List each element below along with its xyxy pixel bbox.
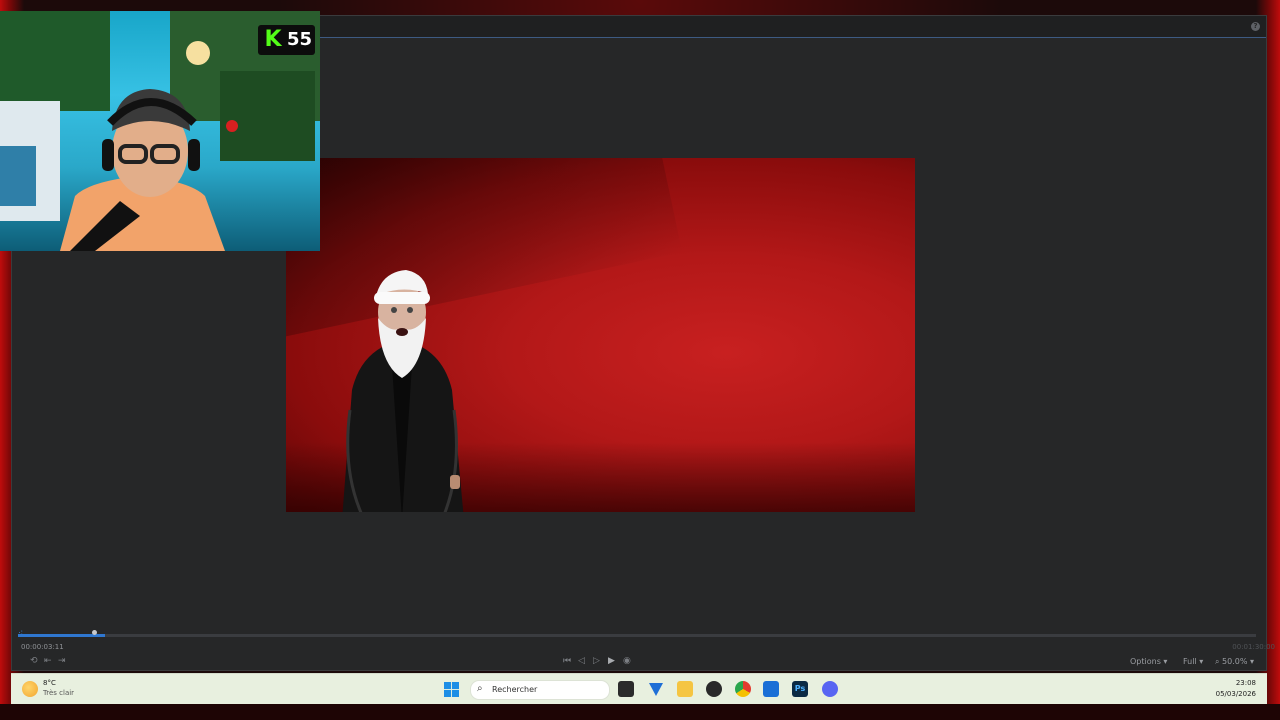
search-placeholder: Rechercher <box>492 685 538 694</box>
zoom-label: 50.0% <box>1222 657 1248 666</box>
kick-logo-icon: K <box>264 27 282 52</box>
loop-icon[interactable]: ⟲ <box>30 656 38 666</box>
skip-start-icon[interactable]: ⏮ <box>563 656 571 666</box>
folder-icon[interactable] <box>677 681 693 697</box>
play-icon[interactable]: ▶ <box>608 656 615 666</box>
weather-temp[interactable]: 8°C <box>43 679 56 687</box>
timeline-scrubber[interactable] <box>18 634 1256 637</box>
timeline-progress <box>18 634 105 637</box>
windows-taskbar: 8°C Très clair ⌕ Rechercher Ps 23:08 05/… <box>11 673 1267 704</box>
mark-out-icon[interactable]: ⇥ <box>58 656 66 666</box>
options-dropdown[interactable]: Options ▾ <box>1130 657 1167 666</box>
zoom-dropdown[interactable]: ⌕ 50.0% ▾ <box>1215 657 1254 667</box>
mark-in-icon[interactable]: ⇤ <box>44 656 52 666</box>
stop-icon[interactable]: ◉ <box>623 656 631 666</box>
bottom-border <box>0 704 1280 720</box>
photoshop-icon[interactable]: Ps <box>792 681 808 697</box>
chrome-icon[interactable] <box>735 681 751 697</box>
options-label: Options <box>1130 657 1161 666</box>
santa-figure <box>342 270 464 512</box>
weather-desc[interactable]: Très clair <box>43 689 74 697</box>
clock-date[interactable]: 05/03/2026 <box>1216 690 1256 698</box>
video-preview[interactable] <box>286 158 915 512</box>
kick-app-icon[interactable] <box>763 681 779 697</box>
file-explorer-icon[interactable] <box>618 681 634 697</box>
vpn-icon[interactable] <box>648 681 664 697</box>
davinci-resolve-icon[interactable] <box>706 681 722 697</box>
current-timecode: 00:00:03:11 <box>21 643 64 651</box>
step-back-icon[interactable]: ◁ <box>578 656 585 666</box>
help-icon[interactable]: ? <box>1251 22 1260 31</box>
playhead-handle[interactable] <box>92 630 97 635</box>
clock-time[interactable]: 23:08 <box>1236 679 1256 687</box>
kick-viewer-badge: K 55 <box>258 25 315 55</box>
quality-label: Full <box>1183 657 1197 666</box>
discord-icon[interactable] <box>822 681 838 697</box>
step-forward-icon[interactable]: ▷ <box>593 656 600 666</box>
zoom-icon: ⌕ <box>1215 657 1220 666</box>
webcam-overlay: K 55 <box>0 11 320 251</box>
quality-dropdown[interactable]: Full ▾ <box>1183 657 1203 666</box>
windows-start-icon[interactable] <box>444 682 459 697</box>
weather-icon[interactable] <box>22 681 38 697</box>
taskbar-search[interactable]: ⌕ Rechercher <box>470 680 610 700</box>
viewer-count: 55 <box>287 29 313 50</box>
search-icon: ⌕ <box>477 683 483 694</box>
total-timecode: 00:01:30:00 <box>1232 643 1275 651</box>
